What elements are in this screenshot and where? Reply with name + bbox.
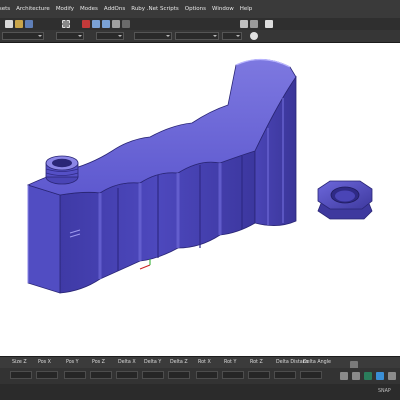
menu-item-architecture[interactable]: Architecture: [16, 6, 50, 12]
property-toolbar: [0, 30, 400, 43]
coordinate-fields-bar: [0, 368, 400, 384]
snap-icon[interactable]: [340, 372, 348, 380]
property-dropdown-3[interactable]: [96, 32, 124, 40]
grid-snap-icon[interactable]: [352, 372, 360, 380]
save-icon[interactable]: [25, 20, 33, 28]
document-icon[interactable]: [5, 20, 13, 28]
3d-viewport[interactable]: [0, 43, 400, 356]
label-size-z: Size Z: [12, 360, 27, 365]
property-dropdown-2[interactable]: [56, 32, 84, 40]
3d-scene: [26, 58, 373, 294]
object-snap-icon[interactable]: [376, 372, 384, 380]
main-toolbar: [0, 18, 400, 30]
cursor-icon[interactable]: [240, 20, 248, 28]
status-bar: SNAP: [0, 384, 400, 400]
menu-item-help[interactable]: Help: [240, 6, 253, 12]
delta-distance-field[interactable]: [274, 371, 296, 379]
delta-angle-field[interactable]: [300, 371, 322, 379]
tank-left-face: [27, 184, 61, 294]
rot-z-field[interactable]: [248, 371, 270, 379]
chart-icon[interactable]: [265, 20, 273, 28]
size-z-field[interactable]: [10, 371, 32, 379]
select-icon[interactable]: [250, 20, 258, 28]
delta-z-field[interactable]: [168, 371, 190, 379]
spout-opening: [52, 158, 72, 168]
rot-x-field[interactable]: [196, 371, 218, 379]
menu-item-assets[interactable]: ssets: [0, 6, 10, 12]
layers-icon[interactable]: [112, 20, 120, 28]
label-pos-x: Pos X: [38, 360, 51, 365]
snap-status-label: SNAP: [378, 389, 391, 394]
settings-icon[interactable]: [388, 372, 396, 380]
label-delta-y: Delta Y: [144, 360, 162, 365]
label-pos-y: Pos Y: [66, 360, 79, 365]
pos-z-field[interactable]: [90, 371, 112, 379]
label-rot-y: Rot Y: [224, 360, 237, 365]
label-rot-z: Rot Z: [250, 360, 263, 365]
label-rot-x: Rot X: [198, 360, 211, 365]
cap-hole-inner: [335, 190, 355, 202]
wireframe-icon[interactable]: [122, 20, 130, 28]
delta-y-field[interactable]: [142, 371, 164, 379]
menu-item-options[interactable]: Options: [185, 6, 206, 12]
pos-y-field[interactable]: [64, 371, 86, 379]
menu-item-ruby-net-scripts[interactable]: Ruby .Net Scripts: [131, 6, 179, 12]
close-icon[interactable]: [82, 20, 90, 28]
cap-model[interactable]: [317, 180, 373, 220]
label-delta-x: Delta X: [118, 360, 136, 365]
property-dropdown-1[interactable]: [2, 32, 44, 40]
property-dropdown-6[interactable]: [222, 32, 242, 40]
property-dropdown-4[interactable]: [134, 32, 172, 40]
menu-item-modify[interactable]: Modify: [56, 6, 74, 12]
folder-icon[interactable]: [15, 20, 23, 28]
label-delta-angle: Delta Angle: [303, 360, 331, 365]
delta-x-field[interactable]: [116, 371, 138, 379]
menu-item-addons[interactable]: AddOns: [104, 6, 125, 12]
pos-x-field[interactable]: [36, 371, 58, 379]
menu-item-window[interactable]: Window: [212, 6, 234, 12]
menu-bar: ssets Architecture Modify Modes AddOns R…: [0, 0, 400, 18]
ortho-icon[interactable]: [364, 372, 372, 380]
redo-icon[interactable]: [102, 20, 110, 28]
menu-item-modes[interactable]: Modes: [80, 6, 98, 12]
grid-icon[interactable]: [62, 20, 70, 28]
property-dropdown-5[interactable]: [175, 32, 219, 40]
toggle-icon[interactable]: [250, 32, 258, 40]
undo-icon[interactable]: [92, 20, 100, 28]
water-tank-model[interactable]: [26, 58, 297, 294]
label-pos-z: Pos Z: [92, 360, 105, 365]
label-delta-z: Delta Z: [170, 360, 188, 365]
rot-y-field[interactable]: [222, 371, 244, 379]
